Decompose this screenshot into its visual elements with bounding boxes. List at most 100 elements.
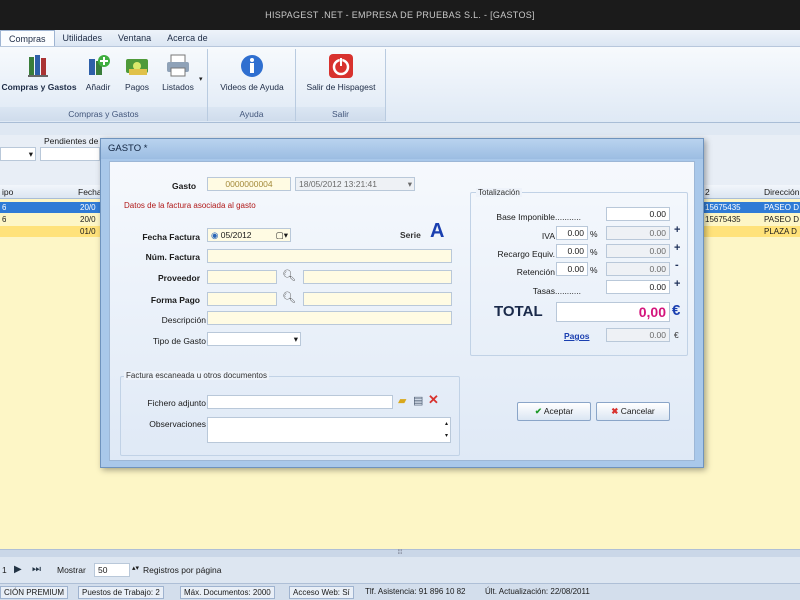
books-icon [25, 53, 53, 79]
proveedor-name-field[interactable] [303, 270, 452, 284]
status-max-documentos: Máx. Documentos: 2000 [180, 586, 275, 599]
cancelar-button[interactable]: ✖ Cancelar [596, 402, 670, 421]
table-cell: PLAZA D [764, 227, 797, 236]
percent-sign: % [590, 265, 598, 275]
menu-tab-ventana[interactable]: Ventana [110, 30, 159, 46]
dialog-title: GASTO * [101, 139, 703, 159]
tasas-field[interactable]: 0.00 [606, 280, 670, 294]
close-icon: ✖ [611, 406, 619, 416]
date-picker-icon[interactable]: ▢▾ [276, 229, 288, 241]
view-document-icon[interactable]: ▤ [413, 394, 423, 407]
splitter-handle[interactable]: ⁞⁞⁞ [0, 549, 800, 557]
listados-button[interactable]: Listados [156, 53, 200, 92]
check-icon: ✔ [534, 406, 542, 416]
base-imponible-label: Base Imponible [496, 212, 555, 222]
serie-label: Serie [400, 230, 421, 240]
table-cell: 20/0 [80, 215, 96, 224]
filter-label: Pendientes de [44, 136, 99, 146]
currency-symbol: € [674, 330, 679, 340]
info-icon [238, 53, 266, 79]
table-cell: 6 [2, 203, 7, 212]
search-icon[interactable]: 🔍︎ [282, 269, 296, 282]
plus-sign: + [674, 224, 681, 236]
videos-de-ayuda-button[interactable]: Videos de Ayuda [212, 53, 292, 92]
recargo-value-field: 0.00 [606, 244, 670, 258]
open-folder-icon[interactable]: ▰ [398, 394, 406, 407]
calendar-icon: ◉ [211, 230, 219, 240]
fecha-factura-value: 05/2012 [220, 230, 252, 240]
filter-combo-1[interactable]: ▾ [0, 147, 36, 161]
percent-sign: % [590, 247, 598, 257]
proveedor-code-field[interactable] [207, 270, 277, 284]
anadir-label: Añadir [85, 82, 111, 92]
menu-tab-utilidades[interactable]: Utilidades [55, 30, 111, 46]
table-cell: 15675435 [705, 215, 741, 224]
percent-sign: % [590, 229, 598, 239]
menu-bar: Compras Utilidades Ventana Acerca de [0, 30, 800, 47]
serie-value: A [430, 220, 445, 242]
fecha-factura-label: Fecha Factura [142, 232, 200, 242]
compras-y-gastos-button[interactable]: Compras y Gastos [0, 53, 78, 92]
salir-de-hispagest-label: Salir de Hispagest [306, 82, 376, 92]
observaciones-label: Observaciones [149, 419, 206, 429]
menu-tab-acerca-de[interactable]: Acerca de [159, 30, 216, 46]
search-icon[interactable]: 🔍︎ [282, 291, 296, 304]
docs-fieldset-title: Factura escaneada u otros documentos [124, 371, 269, 380]
iva-pct-field[interactable]: 0.00 [556, 226, 588, 240]
total-label: TOTAL [494, 303, 543, 320]
filter-combo-2[interactable] [40, 147, 100, 161]
recargo-label: Recargo Equiv. [497, 249, 555, 259]
ribbon-group-ayuda: Videos de Ayuda Ayuda [208, 49, 296, 121]
scroll-down-icon[interactable]: ▾ [445, 430, 448, 442]
anadir-button[interactable]: Añadir [80, 53, 116, 92]
dialog-body: Gasto 0000000004 18/05/2012 13:21:41 ▾ D… [109, 161, 695, 461]
delete-icon[interactable]: ✕ [428, 392, 439, 408]
fichero-adjunto-field[interactable] [207, 395, 393, 409]
forma-pago-name-field[interactable] [303, 292, 452, 306]
base-imponible-field[interactable]: 0.00 [606, 207, 670, 221]
table-cell: PASEO D [764, 203, 799, 212]
power-icon [327, 53, 355, 79]
page-size-stepper-icon[interactable]: ▴▾ [132, 564, 139, 572]
compras-y-gastos-label: Compras y Gastos [1, 82, 77, 92]
column-header-fecha[interactable]: Fecha [78, 187, 102, 197]
aceptar-button[interactable]: ✔ Aceptar [517, 402, 591, 421]
money-icon [123, 53, 151, 79]
add-document-icon [84, 53, 112, 79]
plus-sign: + [674, 242, 681, 254]
videos-de-ayuda-label: Videos de Ayuda [220, 82, 284, 92]
gasto-datetime-field[interactable]: 18/05/2012 13:21:41 ▾ [295, 177, 415, 191]
column-header-direccion[interactable]: Dirección [764, 187, 799, 197]
column-header-tipo[interactable]: ipo [2, 187, 13, 197]
chevron-down-icon: ▾ [28, 149, 33, 159]
observaciones-textarea[interactable]: ▴ ▾ [207, 417, 451, 443]
menu-tab-compras[interactable]: Compras [0, 30, 55, 46]
iva-value-field: 0.00 [606, 226, 670, 240]
retencion-label: Retención [516, 267, 555, 277]
pagos-link[interactable]: Pagos [564, 331, 590, 341]
listados-label: Listados [162, 82, 194, 92]
status-telefono: Tlf. Asistencia: 91 896 10 82 [365, 587, 466, 596]
page-size-input[interactable]: 50 [94, 563, 130, 577]
recargo-pct-field[interactable]: 0.00 [556, 244, 588, 258]
ribbon: Compras y Gastos Añadir Pagos Listados ▾… [0, 47, 800, 123]
listados-dropdown-icon[interactable]: ▾ [199, 75, 203, 83]
fecha-factura-field[interactable]: ◉ 05/2012 ▢▾ [207, 228, 291, 242]
num-factura-field[interactable] [207, 249, 452, 263]
scroll-up-icon[interactable]: ▴ [445, 418, 448, 430]
tipo-gasto-select[interactable]: ▾ [207, 332, 301, 346]
pagos-value-field: 0.00 [606, 328, 670, 342]
totales-title: Totalización [476, 188, 522, 197]
descripcion-label: Descripción [161, 315, 206, 325]
next-page-icon[interactable]: ▶ [14, 564, 22, 575]
last-page-icon[interactable]: ⏭ [32, 564, 41, 575]
proveedor-label: Proveedor [157, 273, 200, 283]
section-title: Datos de la factura asociada al gasto [124, 201, 256, 210]
forma-pago-code-field[interactable] [207, 292, 277, 306]
retencion-pct-field[interactable]: 0.00 [556, 262, 588, 276]
ribbon-group-caption-salir: Salir [296, 107, 385, 121]
descripcion-field[interactable] [207, 311, 452, 325]
column-header-cif[interactable]: 2 [705, 187, 710, 197]
pagos-button[interactable]: Pagos [118, 53, 156, 92]
salir-de-hispagest-button[interactable]: Salir de Hispagest [300, 53, 382, 92]
